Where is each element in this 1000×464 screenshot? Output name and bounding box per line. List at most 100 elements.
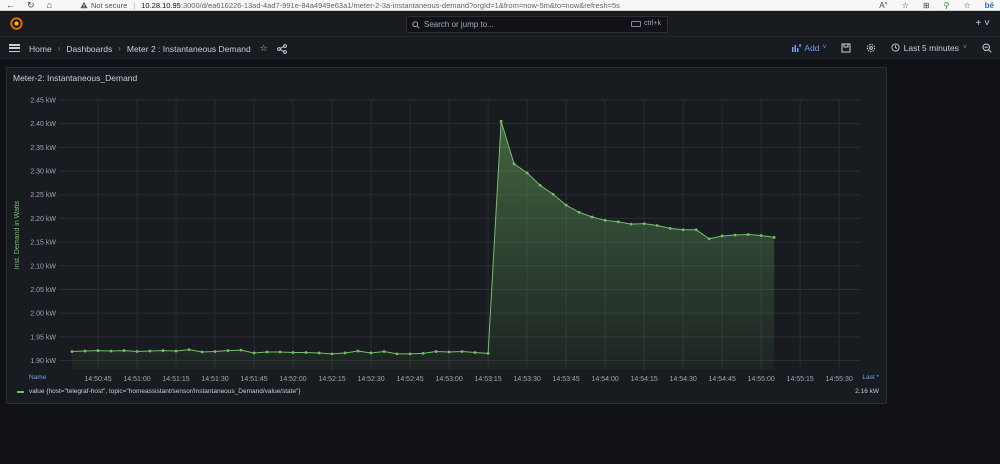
security-indicator[interactable]: Not secure	[80, 1, 127, 10]
search-input[interactable]: Search or jump to... ctrl+k	[406, 16, 668, 33]
settings-icon[interactable]	[866, 42, 877, 53]
y-tick-label: 1.90 kW	[30, 358, 56, 365]
data-point	[447, 350, 451, 354]
legend-last-header[interactable]: Last *	[862, 374, 879, 381]
back-icon[interactable]: ←	[6, 0, 15, 10]
time-picker[interactable]: Last 5 minutes ˅	[891, 43, 967, 53]
data-point	[681, 228, 685, 232]
y-tick-label: 2.30 kW	[30, 169, 56, 176]
data-point	[512, 162, 516, 166]
data-point	[434, 350, 438, 353]
top-navigation: Search or jump to... ctrl+k + ˅	[0, 11, 1000, 37]
new-menu-button[interactable]: + ˅	[976, 18, 990, 29]
data-point	[382, 350, 386, 353]
profile-icon[interactable]: bé	[985, 0, 994, 10]
grafana-logo-icon[interactable]	[9, 16, 24, 31]
chevron-right-icon: ›	[57, 44, 61, 53]
legend-item[interactable]: value {host="telegraf-host", topic="home…	[17, 388, 879, 395]
home-icon[interactable]: ⌂	[47, 0, 52, 10]
y-axis-label: Inst. Demand in Watts	[14, 200, 21, 269]
data-point	[707, 237, 711, 241]
y-tick-label: 2.45 kW	[30, 98, 56, 105]
data-point	[70, 350, 74, 353]
data-point	[343, 351, 347, 355]
breadcrumb-home[interactable]: Home	[29, 44, 52, 54]
data-point	[174, 349, 178, 353]
add-panel-icon	[792, 43, 802, 52]
search-icon	[412, 20, 420, 29]
data-point	[291, 351, 295, 354]
panel-title: Meter-2: Instantaneous_Demand	[13, 73, 138, 83]
search-placeholder: Search or jump to...	[424, 20, 494, 29]
data-point	[564, 203, 568, 207]
add-button[interactable]: Add ˅	[792, 43, 827, 53]
warning-icon	[80, 1, 88, 9]
browser-toolbar: A° ☆ ⊞ ⚲ ☆ bé	[879, 0, 994, 10]
data-point	[200, 350, 204, 354]
page-title: Meter 2 : Instantaneous Demand	[126, 43, 251, 54]
save-icon[interactable]	[841, 42, 852, 53]
chart-area[interactable]: 1.90 kW 1.95 kW 2.00 kW 2.05 kW 2.10 kW 2.15 …	[7, 90, 886, 390]
read-aloud-icon[interactable]: A°	[879, 0, 888, 10]
data-point	[239, 348, 243, 352]
y-tick-label: 2.10 kW	[30, 263, 56, 270]
share-icon[interactable]	[276, 43, 287, 54]
reload-icon[interactable]: ↻	[27, 0, 35, 10]
data-point	[109, 349, 113, 353]
data-point	[525, 171, 529, 175]
browser-address-bar: ← ↻ ⌂ Not secure | 10.28.10.95 :3000/d/e…	[0, 0, 1000, 11]
chevron-down-icon: ˅	[822, 44, 827, 51]
clock-icon	[891, 43, 900, 52]
timeseries-panel[interactable]: Meter-2: Instantaneous_Demand 1.90 kW 1.9…	[6, 67, 887, 404]
y-tick-label: 2.15 kW	[30, 240, 56, 247]
data-point	[694, 228, 698, 232]
y-tick-label: 2.20 kW	[30, 216, 56, 223]
data-point	[96, 349, 100, 352]
y-tick-label: 2.35 kW	[30, 145, 56, 152]
data-point	[135, 350, 139, 353]
legend-name-header[interactable]: Name	[29, 374, 46, 381]
series-last-value: 2.16 kW	[855, 388, 879, 395]
data-point	[83, 349, 87, 353]
chevron-down-icon: ˅	[962, 44, 967, 51]
favorites-bar-icon[interactable]: ☆	[963, 0, 970, 10]
data-point	[187, 348, 191, 352]
favorite-icon[interactable]: ☆	[902, 0, 909, 10]
data-point	[278, 350, 282, 354]
y-tick-label: 2.40 kW	[30, 121, 56, 128]
data-point	[603, 218, 607, 222]
data-point	[408, 352, 412, 356]
y-tick-label: 2.25 kW	[30, 192, 56, 199]
y-tick-label: 2.05 kW	[30, 287, 56, 294]
data-point	[356, 349, 360, 353]
keyboard-icon	[631, 20, 642, 27]
data-point	[590, 215, 594, 219]
extension-icon[interactable]: ⚲	[944, 0, 950, 10]
series-swatch	[17, 390, 24, 393]
data-point	[304, 351, 308, 354]
split-screen-icon[interactable]: ⊞	[923, 0, 930, 10]
data-point	[148, 349, 152, 353]
data-point	[122, 349, 126, 352]
breadcrumb: Home › Dashboards › Meter 2 : Instantane…	[29, 43, 287, 54]
security-label: Not secure	[91, 0, 128, 10]
data-point	[551, 192, 555, 196]
menu-icon[interactable]	[9, 44, 20, 52]
breadcrumb-dashboards[interactable]: Dashboards	[66, 44, 112, 54]
data-point	[252, 351, 256, 355]
url-separator: |	[133, 0, 136, 10]
series-label: value {host="telegraf-host", topic="home…	[29, 388, 301, 395]
time-range-label: Last 5 minutes	[903, 42, 959, 53]
data-point	[629, 222, 633, 226]
data-point	[161, 349, 165, 352]
data-point	[226, 349, 230, 352]
zoom-out-icon[interactable]	[981, 42, 992, 53]
star-icon[interactable]: ☆	[260, 43, 268, 54]
series-area-fill	[72, 121, 775, 370]
data-point	[265, 350, 269, 354]
search-shortcut: ctrl+k	[631, 20, 661, 27]
data-point	[213, 350, 217, 353]
y-tick-label: 1.95 kW	[30, 334, 56, 341]
url-host[interactable]: 10.28.10.95	[141, 1, 181, 10]
url-path[interactable]: :3000/d/ea616226-13ad-4ad7-991e-84a4949e…	[181, 1, 620, 10]
